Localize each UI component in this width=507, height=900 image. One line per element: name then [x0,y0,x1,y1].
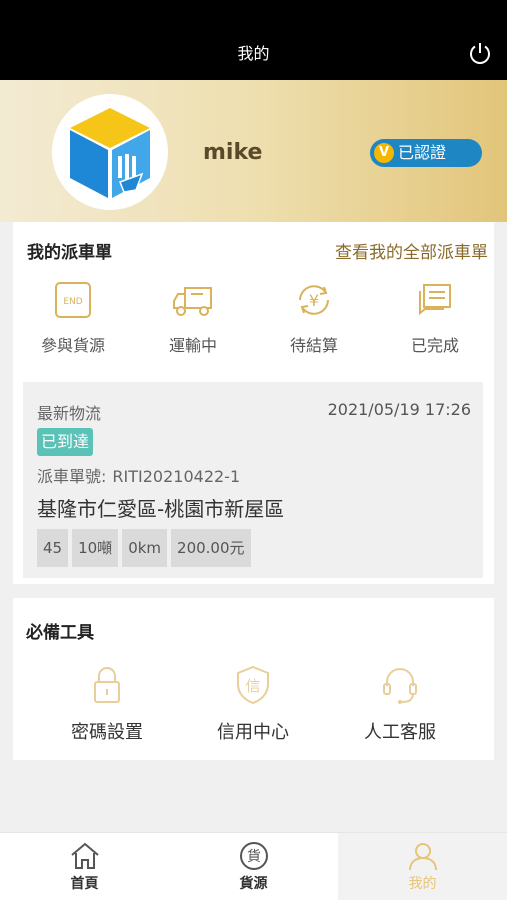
status-badge: 已到達 [37,428,94,456]
verified-label: 已認證 [398,143,447,162]
profile-header: mike V 已認證 [0,80,507,222]
tab-mine[interactable]: 我的 [338,833,507,900]
tool-label: 信用中心 [217,722,289,743]
credit-shield-icon: 信 [237,665,269,705]
tab-label: 我的 [408,876,437,892]
status-label: 待結算 [289,336,338,355]
tool-label: 人工客服 [364,722,436,743]
bottom-tab-bar: 首頁 貨 貨源 我的 [0,832,507,900]
logistics-datetime: 2021/05/19 17:26 [327,400,471,419]
view-all-orders-link[interactable]: 查看我的全部派車單 [335,238,488,263]
status-label: 參與貨源 [40,336,105,355]
verified-badge: V 已認證 [370,139,482,167]
tab-cargo[interactable]: 貨 貨源 [169,833,338,900]
my-orders-title: 我的派車單 [27,243,112,263]
avatar[interactable] [52,94,168,210]
tab-home[interactable]: 首頁 [0,833,169,900]
home-icon [70,842,99,869]
cargo-icon: 貨 [239,842,268,870]
customer-service-item[interactable]: 人工客服 [335,664,465,744]
truck-icon [173,287,212,316]
svg-text:信: 信 [245,677,260,695]
svg-text:¥: ¥ [309,291,319,310]
status-completed[interactable]: 已完成 [380,280,490,364]
latest-logistics-card[interactable]: 最新物流 2021/05/19 17:26 已到達 派車單號: RITI20210… [23,382,483,578]
order-number-value: RITI20210422-1 [112,467,241,486]
order-number: 派車單號: RITI20210422-1 [37,463,240,487]
credit-center-item[interactable]: 信 信用中心 [188,664,318,744]
user-icon [408,843,437,871]
page-title: 我的 [237,44,270,63]
status-participating[interactable]: END 參與貨源 [18,280,128,364]
completed-documents-icon [419,284,451,316]
status-label: 運輸中 [168,336,217,355]
essential-tools-title: 必備工具 [26,623,94,643]
tab-label: 貨源 [239,876,268,892]
power-icon[interactable] [467,40,493,66]
order-tag: 45 [37,529,69,567]
lock-icon [94,667,120,703]
verified-icon: V [374,143,394,163]
order-tags: 45 10噸 0km 200.00元 [37,529,251,567]
end-icon: END [55,282,91,318]
svg-text:貨: 貨 [247,848,261,865]
headset-icon [383,668,417,704]
order-tag: 0km [122,529,168,567]
tab-label: 首頁 [70,876,99,892]
status-in-transit[interactable]: 運輸中 [138,280,248,364]
cube-logo-icon [70,108,150,198]
top-bar: 我的 [0,0,507,80]
password-settings-item[interactable]: 密碼設置 [42,664,172,744]
status-label: 已完成 [410,336,459,355]
order-tag: 10噸 [72,529,119,567]
route-text: 基隆市仁愛區-桃園市新屋區 [37,497,285,521]
yen-settlement-icon: ¥ [299,285,329,315]
my-orders-card: 我的派車單 查看我的全部派車單 END 參與貨源 運輸中 ¥ 待結算 已完成 最… [13,222,494,584]
tool-label: 密碼設置 [71,722,143,743]
username: mike [203,140,263,165]
order-number-label: 派車單號: [37,467,107,486]
svg-text:END: END [63,297,82,307]
status-pending-settlement[interactable]: ¥ 待結算 [259,280,369,364]
order-tag: 200.00元 [171,529,251,567]
essential-tools-card: 必備工具 密碼設置 信 信用中心 人工客服 [13,598,494,760]
latest-logistics-title: 最新物流 [37,404,102,423]
